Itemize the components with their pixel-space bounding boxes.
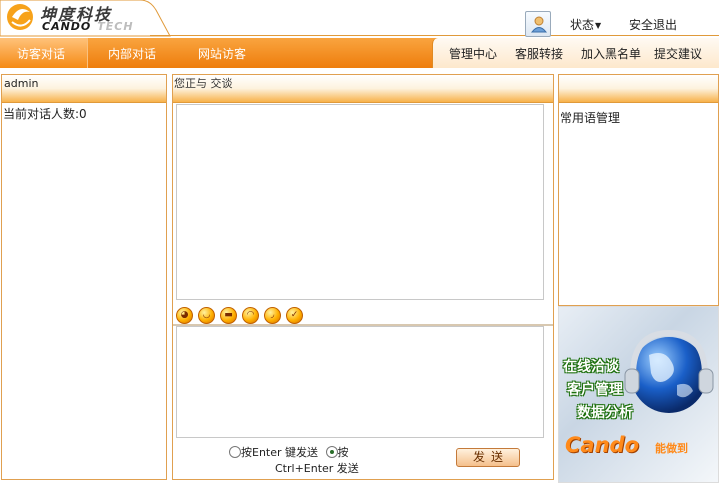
logout-link[interactable]: 安全退出 [629, 16, 677, 33]
ctrl-enter-label-b: Ctrl+Enter 发送 [275, 462, 359, 475]
phrase-panel-header [559, 75, 718, 103]
header: 坤度科技 CANDO TECH 状态▼ 安全退出 [0, 0, 719, 38]
ctrl-enter-send-radio[interactable] [325, 446, 338, 458]
phrase-panel: 常用语管理 [558, 74, 719, 306]
header-divider [150, 35, 719, 36]
send-options: 按Enter 键发送 按 Ctrl+Enter 发送 [229, 444, 439, 475]
phrase-manage-link[interactable]: 常用语管理 [559, 103, 718, 132]
ad-line-2: 客户管理 [567, 382, 623, 398]
emoji-toolbar: ◕ ◡ ▬ ◠ ◞ ✓ [176, 305, 546, 325]
ctrl-enter-label-a: 按 [337, 446, 349, 459]
message-input[interactable] [176, 326, 544, 438]
nav-feedback[interactable]: 提交建议 [654, 45, 702, 62]
message-history[interactable] [176, 104, 544, 300]
status-menu[interactable]: 状态▼ [570, 16, 601, 33]
avatar-button[interactable] [525, 11, 551, 37]
tab-site-visitors[interactable]: 网站访客 [198, 45, 246, 62]
status-label: 状态 [570, 18, 595, 32]
nav-right-menu: 管理中心 客服转接 加入黑名单 提交建议 [432, 38, 719, 68]
ad-line-1: 在线洽谈 [563, 359, 619, 375]
nav-transfer[interactable]: 客服转接 [515, 45, 563, 62]
cool-icon[interactable]: ▬ [220, 307, 237, 324]
tab-visitor-chat-label: 访客对话 [17, 47, 66, 61]
panel-header-user: admin [2, 75, 166, 103]
logo: 坤度科技 CANDO TECH [0, 0, 172, 38]
logo-en-text: CANDO TECH [42, 20, 134, 33]
cry-icon[interactable]: ◞ [264, 307, 281, 324]
chat-title: 您正与 交谈 [174, 77, 233, 90]
enter-send-radio[interactable] [229, 446, 241, 458]
globe-headset-icon [624, 329, 714, 413]
nav-admin-center[interactable]: 管理中心 [449, 45, 497, 62]
promo-banner[interactable]: 在线洽谈 客户管理 数据分析 Cando 能做到 [558, 306, 719, 483]
tab-internal-chat[interactable]: 内部对话 [108, 45, 156, 62]
visitor-list-panel: admin 当前对话人数:0 [1, 74, 167, 480]
user-icon [530, 16, 548, 33]
send-button[interactable]: 发送 [456, 448, 520, 467]
laugh-icon[interactable]: ◠ [242, 307, 259, 324]
logo-en-main: CANDO [42, 20, 92, 33]
nav-bar: 访客对话 内部对话 网站访客 管理中心 客服转接 加入黑名单 提交建议 [0, 38, 719, 68]
session-count: 当前对话人数:0 [3, 107, 87, 121]
chat-panel: 您正与 交谈 ◕ ◡ ▬ ◠ ◞ ✓ 按Enter 键发送 按 Ctrl+Ent… [172, 74, 554, 480]
enter-send-label: 按Enter 键发送 [241, 446, 319, 459]
nav-blacklist[interactable]: 加入黑名单 [581, 45, 641, 62]
tab-visitor-chat[interactable]: 访客对话 [0, 38, 88, 68]
ad-brand: Cando [565, 433, 639, 457]
wink-icon[interactable]: ✓ [286, 307, 303, 324]
caret-down-icon: ▼ [595, 21, 602, 30]
grin-icon[interactable]: ◡ [198, 307, 215, 324]
logo-en-sub: TECH [97, 20, 134, 33]
ad-brand-cn: 能做到 [655, 442, 688, 455]
ad-line-3: 数据分析 [577, 405, 633, 421]
smile-icon[interactable]: ◕ [176, 307, 193, 324]
